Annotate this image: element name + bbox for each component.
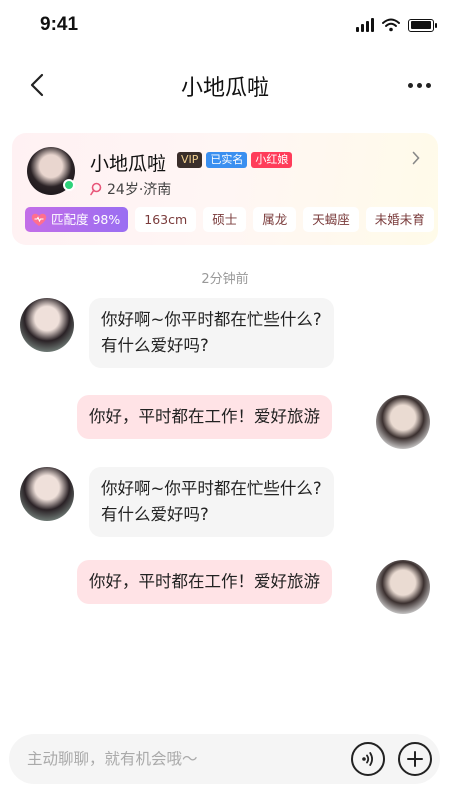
- profile-meta: 24岁·济南: [90, 179, 171, 199]
- voice-icon: [362, 752, 373, 766]
- battery-fill: [410, 21, 431, 29]
- wifi-icon: [382, 18, 400, 32]
- message-bubble-incoming[interactable]: 你好啊~你平时都在忙些什么? 有什么爱好吗?: [89, 467, 334, 537]
- online-indicator: [63, 179, 75, 191]
- plus-icon: [407, 751, 423, 767]
- location-pin-icon: [90, 182, 102, 196]
- message-text: 你好啊~你平时都在忙些什么?: [101, 310, 322, 329]
- profile-card[interactable]: 小地瓜啦 VIP 已实名 小红娘 24岁·济南 匹配度 98% 163cm 硕士…: [12, 133, 438, 245]
- chevron-right-icon[interactable]: [412, 151, 420, 165]
- message-bubble-incoming[interactable]: 你好啊~你平时都在忙些什么? 有什么爱好吗?: [89, 298, 334, 368]
- my-avatar[interactable]: [376, 560, 430, 614]
- more-icon: [407, 82, 413, 88]
- chat-timestamp: 2分钟前: [201, 272, 249, 287]
- status-time: 9:41: [40, 14, 79, 35]
- match-score-label: 匹配度 98%: [51, 212, 121, 227]
- message-text: 有什么爱好吗?: [101, 336, 209, 355]
- message-text: 你好，平时都在工作！爱好旅游: [89, 572, 320, 591]
- page-title: 小地瓜啦: [180, 76, 269, 101]
- sender-avatar[interactable]: [20, 298, 74, 352]
- sender-avatar[interactable]: [20, 467, 74, 521]
- matchmaker-badge: 小红娘: [251, 152, 293, 168]
- battery-icon: [408, 18, 437, 32]
- plus-button[interactable]: [398, 742, 432, 776]
- match-score-tag: 匹配度 98%: [25, 207, 129, 232]
- vip-badge: VIP: [177, 152, 203, 168]
- message-bubble-outgoing[interactable]: 你好，平时都在工作！爱好旅游: [77, 560, 332, 604]
- tag-marital-status: 未婚未育: [365, 207, 434, 232]
- tag-zodiac-animal: 属龙: [253, 207, 297, 232]
- tag-star-sign: 天蝎座: [303, 207, 359, 232]
- status-icons: [356, 18, 437, 32]
- my-avatar[interactable]: [376, 395, 430, 449]
- status-bar: 9:41: [0, 0, 450, 50]
- nav-bar: 小地瓜啦: [0, 58, 450, 112]
- more-button[interactable]: [402, 70, 436, 100]
- verified-badge: 已实名: [206, 152, 248, 168]
- voice-button[interactable]: [351, 742, 385, 776]
- message-input[interactable]: [27, 734, 347, 784]
- signal-icon: [356, 18, 374, 32]
- message-text: 你好啊~你平时都在忙些什么?: [101, 479, 322, 498]
- more-icon-dot: [416, 82, 422, 88]
- badge-group: VIP 已实名 小红娘: [177, 152, 293, 168]
- message-text: 有什么爱好吗?: [101, 505, 209, 524]
- tag-education: 硕士: [203, 207, 247, 232]
- age-location-text: 24岁·济南: [107, 182, 172, 198]
- tag-height: 163cm: [135, 207, 197, 232]
- profile-name: 小地瓜啦: [90, 153, 167, 175]
- message-text: 你好，平时都在工作！爱好旅游: [89, 407, 320, 426]
- more-icon-dot: [425, 82, 431, 88]
- message-bubble-outgoing[interactable]: 你好，平时都在工作！爱好旅游: [77, 395, 332, 439]
- heart-icon: [31, 213, 47, 226]
- input-bar: [9, 734, 440, 784]
- profile-tags: 匹配度 98% 163cm 硕士 属龙 天蝎座 未婚未育: [25, 207, 434, 232]
